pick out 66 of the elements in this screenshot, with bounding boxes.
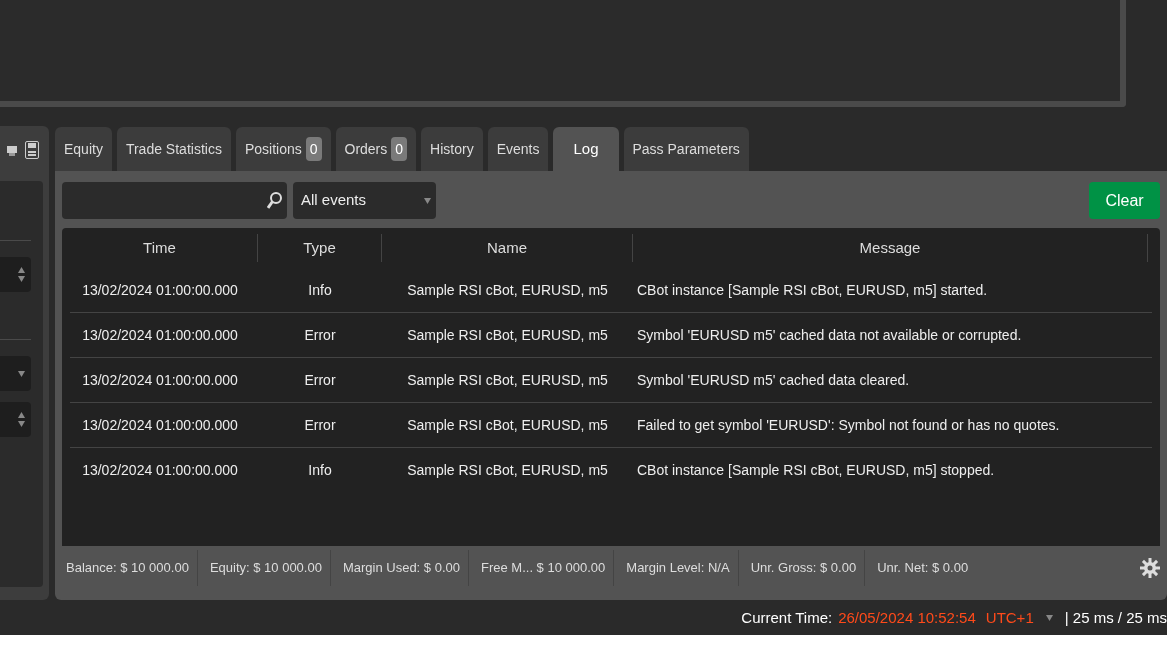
account-stat: Unr. Net: $ 0.00: [876, 559, 970, 578]
message-cell-text: Symbol 'EURUSD m5' cached data cleared.: [636, 370, 911, 390]
log-row[interactable]: 13/02/2024 01:00:00.000 Info Sample RSI cBot, EURUSD, m5 CBot instance [Sample RSI cBot, EURUSD, m5] stopped.: [70, 448, 1152, 494]
time-cell-text: 13/02/2024 01:00:00.000: [81, 461, 239, 481]
search-icon: [267, 190, 283, 211]
message-cell-text: CBot instance [Sample RSI cBot, EURUSD, m5] started.: [636, 280, 989, 300]
log-row[interactable]: 13/02/2024 01:00:00.000 Error Sample RSI cBot, EURUSD, m5 Failed to get symbol 'EURUSD': Symbol not found or has no quotes.: [70, 403, 1152, 449]
type-cell-text: Error: [303, 370, 337, 390]
type-cell-text: Info: [307, 461, 333, 481]
time-cell-text: 13/02/2024 01:00:00.000: [81, 415, 239, 435]
tab[interactable]: Pass Parameters: [623, 127, 749, 172]
number-field[interactable]: [0, 402, 31, 438]
account-stat: Balance: $ 10 000.00: [62, 550, 198, 587]
type-cell-text: Info: [307, 280, 333, 300]
account-stat: Equity: $ 10 000.00: [205, 550, 331, 587]
log-row[interactable]: 13/02/2024 01:00:00.000 Error Sample RSI cBot, EURUSD, m5 Symbol 'EURUSD m5' cached data not available or corrupted.: [70, 313, 1152, 359]
name-cell-text: Sample RSI cBot, EURUSD, m5: [406, 325, 609, 345]
tab[interactable]: Events: [487, 127, 549, 172]
message-cell-text: Symbol 'EURUSD m5' cached data not available or corrupted.: [636, 325, 1023, 345]
tab[interactable]: Equity: [55, 127, 112, 172]
event-filter-dropdown[interactable]: All events: [293, 182, 436, 220]
account-stat: Margin Level: N/A: [622, 550, 739, 587]
time-cell-text: 13/02/2024 01:00:00.000: [81, 370, 239, 390]
account-stat: Free M... $ 10 000.00: [477, 550, 615, 587]
tab[interactable]: Positions 0: [235, 127, 331, 172]
log-row[interactable]: 13/02/2024 01:00:00.000 Error Sample RSI cBot, EURUSD, m5 Symbol 'EURUSD m5' cached data cleared.: [70, 358, 1152, 404]
column-header[interactable]: Message: [633, 234, 1148, 263]
clear-button[interactable]: Clear: [1089, 182, 1160, 220]
dropdown-arrow-icon[interactable]: [18, 370, 25, 377]
dropdown-field[interactable]: [0, 356, 31, 392]
save-icon[interactable]: [25, 141, 39, 160]
latency-value: | 25 ms / 25 ms: [1064, 608, 1167, 629]
time-cell-text: 13/02/2024 01:00:00.000: [81, 280, 239, 300]
current-time-label: Current Time:: [741, 608, 833, 629]
up-arrow-icon[interactable]: [18, 412, 25, 419]
down-arrow-icon[interactable]: [18, 421, 25, 428]
log-row[interactable]: 13/02/2024 01:00:00.000 Info Sample RSI cBot, EURUSD, m5 CBot instance [Sample RSI cBot, EURUSD, m5] started.: [70, 268, 1152, 314]
tab[interactable]: Trade Statistics: [116, 127, 231, 172]
message-cell-text: CBot instance [Sample RSI cBot, EURUSD, m5] stopped.: [636, 461, 996, 481]
tab[interactable]: Orders 0: [335, 127, 417, 172]
settings-icon[interactable]: [1140, 558, 1160, 579]
timezone-selector[interactable]: UTC+1: [985, 607, 1034, 630]
account-stat: Margin Used: $ 0.00: [338, 550, 469, 587]
current-time-value: 26/05/2024 10:52:54: [838, 608, 976, 629]
name-cell-text: Sample RSI cBot, EURUSD, m5: [406, 415, 609, 435]
message-cell-text: Failed to get symbol 'EURUSD': Symbol not found or has no quotes.: [636, 415, 1061, 435]
account-stat: Unr. Gross: $ 0.00: [746, 550, 866, 587]
up-arrow-icon[interactable]: [18, 267, 25, 274]
column-header[interactable]: Name: [382, 234, 633, 263]
time-cell-text: 13/02/2024 01:00:00.000: [81, 325, 239, 345]
count-badge: 0: [305, 137, 322, 162]
count-badge: 0: [391, 137, 408, 162]
dropdown-arrow-icon[interactable]: [1045, 615, 1053, 622]
tab[interactable]: Log: [553, 127, 619, 172]
name-cell-text: Sample RSI cBot, EURUSD, m5: [406, 461, 609, 481]
search-field[interactable]: [62, 182, 287, 220]
type-cell-text: Error: [303, 325, 337, 345]
tab[interactable]: History: [421, 127, 483, 172]
type-cell-text: Error: [303, 415, 337, 435]
number-field[interactable]: [0, 257, 31, 293]
down-arrow-icon[interactable]: [18, 276, 25, 283]
column-header[interactable]: Type: [258, 234, 382, 263]
column-header[interactable]: Time: [62, 234, 258, 263]
name-cell-text: Sample RSI cBot, EURUSD, m5: [406, 370, 609, 390]
dropdown-arrow-icon: [424, 197, 431, 204]
name-cell-text: Sample RSI cBot, EURUSD, m5: [406, 280, 609, 300]
